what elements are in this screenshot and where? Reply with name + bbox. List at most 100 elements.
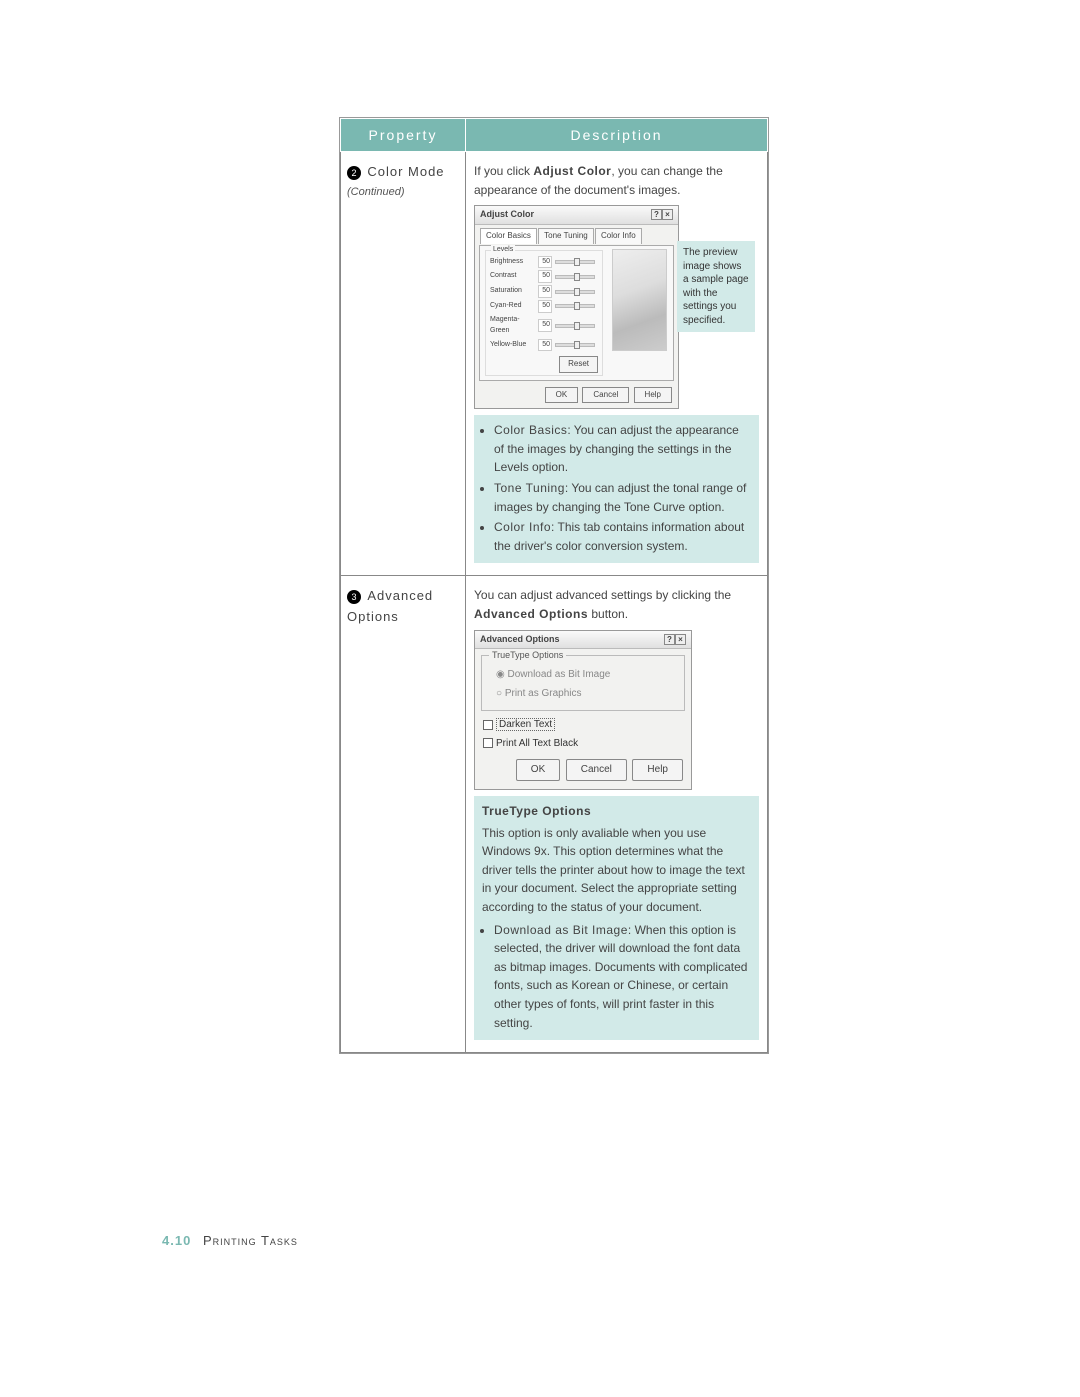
slider-saturation[interactable]: Saturation50 xyxy=(490,285,598,298)
list-item: Download as Bit Image: When this option … xyxy=(494,921,751,1033)
help-button[interactable]: Help xyxy=(632,759,683,781)
slider-thumb[interactable] xyxy=(574,322,580,330)
slider-label: Saturation xyxy=(490,286,535,297)
tab-color-info[interactable]: Color Info xyxy=(595,228,642,243)
slider-value: 50 xyxy=(538,319,552,332)
checkbox-icon[interactable] xyxy=(483,720,493,730)
slider-value: 50 xyxy=(538,339,552,352)
cell-advanced-options-description: You can adjust advanced settings by clic… xyxy=(466,576,768,1053)
slider-label: Yellow-Blue xyxy=(490,340,535,351)
term: Color Basics xyxy=(494,423,567,437)
slider-value: 50 xyxy=(538,256,552,269)
dialog-titlebar: Advanced Options ?× xyxy=(475,631,691,650)
close-icon[interactable]: × xyxy=(662,209,673,220)
text: If you click xyxy=(474,164,533,178)
slider-thumb[interactable] xyxy=(574,258,580,266)
help-icon[interactable]: ? xyxy=(651,209,662,220)
slider-label: Cyan-Red xyxy=(490,301,535,312)
th-description: Description xyxy=(466,119,768,152)
slider-brightness[interactable]: Brightness50 xyxy=(490,256,598,269)
badge-3-icon: 3 xyxy=(347,590,361,604)
dialog-buttons: OK Cancel Help xyxy=(475,754,691,789)
property-table: Property Description 2 Color Mode (Conti… xyxy=(339,117,769,1054)
advanced-intro: You can adjust advanced settings by clic… xyxy=(474,586,759,623)
help-icon[interactable]: ? xyxy=(664,634,675,645)
table: Property Description 2 Color Mode (Conti… xyxy=(340,118,768,1053)
term: Download as Bit Image xyxy=(494,923,628,937)
slider-label: Brightness xyxy=(490,257,535,268)
checkbox-print-all-text-black[interactable]: Print All Text Black xyxy=(483,736,685,752)
slider-magenta-green[interactable]: Magenta-Green50 xyxy=(490,315,598,337)
list-item: Color Info: This tab contains informatio… xyxy=(494,518,751,555)
text-bold: Advanced Options xyxy=(474,607,588,621)
slider-track[interactable] xyxy=(555,304,595,308)
slider-value: 50 xyxy=(538,300,552,313)
text: : When this option is selected, the driv… xyxy=(494,923,747,1030)
slider-track[interactable] xyxy=(555,324,595,328)
color-mode-intro: If you click Adjust Color, you can chang… xyxy=(474,162,759,199)
tab-tone-tuning[interactable]: Tone Tuning xyxy=(538,228,594,243)
dialog-title: Adjust Color xyxy=(480,208,534,222)
tabs: Color Basics Tone Tuning Color Info xyxy=(475,225,678,244)
slider-thumb[interactable] xyxy=(574,288,580,296)
th-property: Property xyxy=(341,119,466,152)
badge-2-icon: 2 xyxy=(347,166,361,180)
slider-yellow-blue[interactable]: Yellow-Blue50 xyxy=(490,339,598,352)
cancel-button[interactable]: Cancel xyxy=(566,759,627,781)
slider-track[interactable] xyxy=(555,275,595,279)
preview-image xyxy=(612,249,667,351)
checkbox-icon[interactable] xyxy=(483,738,493,748)
term: Tone Tuning xyxy=(494,481,565,495)
radio-print-as-graphics[interactable]: Print as Graphics xyxy=(496,686,676,702)
text: button. xyxy=(588,607,628,621)
slider-track[interactable] xyxy=(555,343,595,347)
checkbox-label: Print All Text Black xyxy=(496,738,578,749)
term: Color Info xyxy=(494,520,551,534)
cancel-button[interactable]: Cancel xyxy=(582,387,629,403)
close-icon[interactable]: × xyxy=(675,634,686,645)
slider-label: Magenta-Green xyxy=(490,315,535,337)
checkbox-label: Darken Text xyxy=(496,718,555,731)
label-color-mode: Color Mode xyxy=(367,164,444,179)
cell-color-mode-description: If you click Adjust Color, you can chang… xyxy=(466,152,768,576)
levels-label: Levels xyxy=(491,245,515,256)
dialog-buttons: OK Cancel Help xyxy=(475,384,678,408)
page-number: 4.10 xyxy=(162,1233,191,1248)
truetype-notes: TrueType Options This option is only ava… xyxy=(474,796,759,1040)
slider-value: 50 xyxy=(538,270,552,283)
slider-label: Contrast xyxy=(490,271,535,282)
group-label: TrueType Options xyxy=(489,649,566,663)
slider-thumb[interactable] xyxy=(574,341,580,349)
slider-track[interactable] xyxy=(555,260,595,264)
checkbox-darken-text[interactable]: Darken Text xyxy=(483,717,685,733)
cell-advanced-options-property: 3 Advanced Options xyxy=(341,576,466,1053)
tab-body: Levels Brightness50 Contrast50 Saturatio… xyxy=(479,245,674,381)
advanced-options-dialog: Advanced Options ?× TrueType Options Dow… xyxy=(474,630,692,790)
slider-contrast[interactable]: Contrast50 xyxy=(490,270,598,283)
color-mode-notes: Color Basics: You can adjust the appeara… xyxy=(474,415,759,563)
slider-value: 50 xyxy=(538,285,552,298)
slider-track[interactable] xyxy=(555,290,595,294)
truetype-body: This option is only avaliable when you u… xyxy=(482,824,751,917)
slider-thumb[interactable] xyxy=(574,273,580,281)
dialog-title: Advanced Options xyxy=(480,633,560,647)
slider-cyan-red[interactable]: Cyan-Red50 xyxy=(490,300,598,313)
slider-thumb[interactable] xyxy=(574,302,580,310)
cell-color-mode-property: 2 Color Mode (Continued) xyxy=(341,152,466,576)
window-buttons: ?× xyxy=(651,208,673,222)
section-title: Printing Tasks xyxy=(203,1233,298,1248)
truetype-heading: TrueType Options xyxy=(482,802,751,821)
reset-button[interactable]: Reset xyxy=(559,356,598,372)
levels-group: Levels Brightness50 Contrast50 Saturatio… xyxy=(485,250,603,376)
preview-callout: The preview image shows a sample page wi… xyxy=(677,241,755,332)
dialog-titlebar: Adjust Color ?× xyxy=(475,206,678,225)
help-button[interactable]: Help xyxy=(634,387,672,403)
tab-color-basics[interactable]: Color Basics xyxy=(480,228,537,243)
ok-button[interactable]: OK xyxy=(545,387,579,403)
radio-download-bit-image[interactable]: Download as Bit Image xyxy=(496,667,676,683)
list-item: Color Basics: You can adjust the appeara… xyxy=(494,421,751,477)
page-footer: 4.10 Printing Tasks xyxy=(162,1233,298,1248)
list-item: Tone Tuning: You can adjust the tonal ra… xyxy=(494,479,751,516)
truetype-group: TrueType Options Download as Bit Image P… xyxy=(481,655,685,711)
ok-button[interactable]: OK xyxy=(516,759,560,781)
